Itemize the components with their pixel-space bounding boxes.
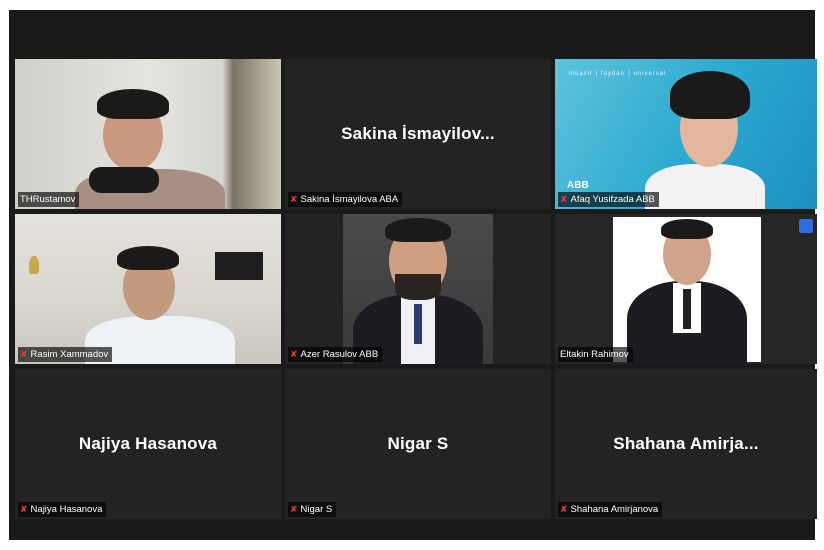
- profile-photo: [613, 217, 761, 364]
- meeting-window: THRustamov Sakina İsmayilov... ✘ Sakina …: [9, 10, 817, 540]
- participant-display-name: Najiya Hasanova: [78, 434, 218, 453]
- participant-name-label: ✘ Afaq Yusifzada ABB: [558, 192, 659, 207]
- participant-tile-afaq[interactable]: müasir | faydalı | universal ABB ✘ Afaq …: [555, 59, 817, 209]
- participant-name-label: Eltakin Rahimov: [558, 347, 633, 362]
- video-feed: [555, 214, 817, 364]
- video-feed: [15, 214, 281, 364]
- video-feed: [285, 214, 551, 364]
- participant-display-name: Shahana Amirja...: [613, 434, 759, 453]
- participant-name-label: ✘ Shahana Amirjanova: [558, 502, 663, 517]
- profile-photo: [343, 214, 493, 364]
- participant-tile-sakina[interactable]: Sakina İsmayilov... ✘ Sakina İsmayilova …: [285, 59, 551, 209]
- participant-tile-thrustamov[interactable]: THRustamov: [15, 59, 281, 209]
- muted-microphone-icon: ✘: [20, 504, 28, 514]
- muted-microphone-icon: ✘: [290, 349, 298, 359]
- abb-slogan: müasir | faydalı | universal: [569, 71, 667, 77]
- participant-name-label: ✘ Nigar S: [288, 502, 337, 517]
- video-feed: [15, 59, 281, 209]
- pin-badge-icon[interactable]: [799, 219, 813, 233]
- participant-name-label: ✘ Sakina İsmayilova ABA: [288, 192, 403, 207]
- muted-microphone-icon: ✘: [290, 194, 298, 204]
- participant-tile-eltakin[interactable]: Eltakin Rahimov: [555, 214, 817, 364]
- participant-tile-azer[interactable]: ✘ Azer Rasulov ABB: [285, 214, 551, 364]
- participant-tile-nigar[interactable]: Nigar S ✘ Nigar S: [285, 369, 551, 519]
- muted-microphone-icon: ✘: [560, 504, 568, 514]
- participant-name-label: THRustamov: [18, 192, 80, 207]
- participant-display-name: Sakina İsmayilov...: [341, 124, 495, 143]
- gallery-grid: THRustamov Sakina İsmayilov... ✘ Sakina …: [15, 59, 817, 529]
- muted-microphone-icon: ✘: [560, 194, 568, 204]
- participant-display-name: Nigar S: [387, 434, 449, 453]
- video-feed: müasir | faydalı | universal ABB: [555, 59, 817, 209]
- participant-tile-shahana[interactable]: Shahana Amirja... ✘ Shahana Amirjanova: [555, 369, 817, 519]
- participant-tile-rasim[interactable]: ✘ Rasim Xammadov: [15, 214, 281, 364]
- participant-name-label: ✘ Rasim Xammadov: [18, 347, 113, 362]
- abb-logo: ABB: [567, 180, 589, 191]
- muted-microphone-icon: ✘: [290, 504, 298, 514]
- participant-name-label: ✘ Azer Rasulov ABB: [288, 347, 383, 362]
- muted-microphone-icon: ✘: [20, 349, 28, 359]
- participant-name-label: ✘ Najiya Hasanova: [18, 502, 107, 517]
- participant-tile-najiya[interactable]: Najiya Hasanova ✘ Najiya Hasanova: [15, 369, 281, 519]
